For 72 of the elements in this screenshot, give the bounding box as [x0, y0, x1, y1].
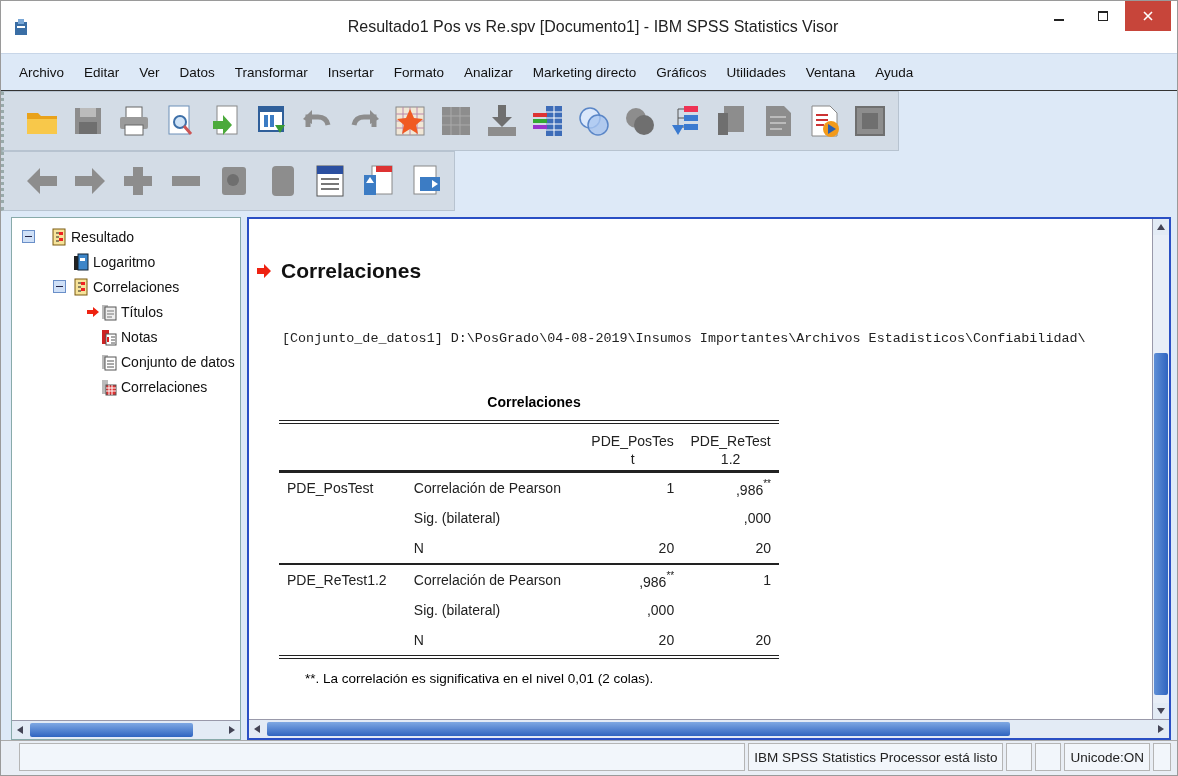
statistic-label: N — [405, 533, 584, 564]
outline-item[interactable]: Resultado — [71, 228, 135, 245]
menu-item[interactable]: Utilidades — [716, 64, 796, 80]
menu-item[interactable]: Editar — [74, 64, 130, 80]
table-cell: 20 — [583, 533, 683, 564]
outline-item[interactable]: Logaritmo — [93, 253, 156, 270]
footnote: **. La correlación es significativa en el nivel 0,01 (2 colas). — [305, 671, 655, 686]
table-cell: 20 — [583, 625, 683, 657]
app-icon — [13, 18, 29, 36]
menu-item[interactable]: Analizar — [453, 64, 523, 80]
table-cell: ,986$^{**}$ — [682, 471, 779, 503]
status-panel — [1035, 743, 1062, 771]
status-text: IBM SPSS Statistics Processor está listo — [748, 743, 1004, 771]
star-table-icon[interactable] — [392, 103, 428, 139]
collapse-toggle[interactable] — [22, 230, 35, 243]
menu-item[interactable]: Archivo — [9, 64, 74, 80]
window-title: Resultado1 Pos vs Re.spv [Documento1] - IBM SPSS Statistics Visor — [346, 18, 840, 36]
horizontal-scrollbar[interactable] — [249, 719, 1169, 738]
outline-item[interactable]: Títulos — [121, 303, 163, 320]
outline-item[interactable]: Correlaciones — [93, 278, 180, 295]
table-cell: 20 — [682, 625, 779, 657]
vertical-scrollbar[interactable] — [1152, 219, 1169, 719]
menu-item[interactable]: Transformar — [224, 64, 318, 80]
left-arrow-icon[interactable] — [254, 725, 260, 733]
minimize-icon — [1054, 19, 1064, 21]
collapse-toggle[interactable] — [53, 280, 66, 293]
menu-item[interactable]: Gráficos — [646, 64, 717, 80]
output-heading: Correlaciones — [281, 259, 422, 283]
notes-icon — [100, 327, 118, 346]
menu-item[interactable]: Ventana — [795, 64, 866, 80]
table-title: Correlaciones — [486, 394, 582, 410]
horizontal-scrollbar[interactable] — [12, 720, 240, 739]
table-cell: ,986$^{**}$ — [583, 564, 683, 595]
statistic-label: Sig. (bilateral) — [412, 601, 502, 620]
row-header: PDE_PosTest — [279, 471, 406, 503]
table-cell-text: ,000 — [742, 509, 772, 528]
outline-item[interactable]: Conjunto de datos — [121, 353, 235, 370]
outline-item[interactable]: Correlaciones — [121, 378, 208, 395]
table-icon — [100, 377, 118, 396]
up-arrow-icon[interactable] — [1157, 224, 1165, 230]
down-arrow-icon[interactable] — [1157, 708, 1165, 714]
table-cell: 1 — [682, 564, 779, 595]
statistic-label: Correlación de Pearson — [405, 564, 584, 595]
row-header: PDE_ReTest1.2 — [279, 564, 406, 595]
table-cell: 1 — [583, 471, 683, 503]
table-cell-text: ,000 — [645, 601, 676, 620]
menu-item[interactable]: Insertar — [317, 64, 384, 80]
maximize-icon — [1098, 11, 1108, 21]
menu-item[interactable]: Marketing directo — [522, 64, 647, 80]
menu-item[interactable]: Ver — [129, 64, 170, 80]
statistic-label: Correlación de Pearson — [405, 471, 584, 503]
left-arrow-icon[interactable] — [17, 726, 23, 734]
table-cell: 20 — [682, 533, 779, 564]
column-header: PDE_PosTes t — [583, 422, 683, 472]
statistic-label: Sig. (bilateral) — [412, 509, 502, 528]
page-icon — [100, 302, 118, 321]
menu-item[interactable]: Datos — [169, 64, 225, 80]
status-text: Unicode:ON — [1064, 743, 1150, 771]
status-panel — [1153, 743, 1171, 771]
status-panel — [1006, 743, 1033, 771]
notebook-icon — [72, 252, 90, 271]
right-arrow-icon[interactable] — [229, 726, 235, 734]
outline-item[interactable]: Notas — [121, 328, 158, 345]
column-header: PDE_ReTest 1.2 — [682, 422, 779, 472]
right-arrow-icon[interactable] — [1158, 725, 1164, 733]
command-text: [Conjunto_de_datos1] D:\PosGrado\04-08-2019\Insumos Importantes\Archivos Estadisticos\Confiabilidad\ — [282, 331, 1087, 346]
page-icon — [100, 352, 118, 371]
frame-icon[interactable] — [852, 103, 888, 139]
menu-item[interactable]: Formato — [383, 64, 454, 80]
menu-item[interactable]: Ayuda — [865, 64, 924, 80]
statistic-label: N — [405, 625, 584, 657]
close-icon — [1143, 11, 1153, 21]
